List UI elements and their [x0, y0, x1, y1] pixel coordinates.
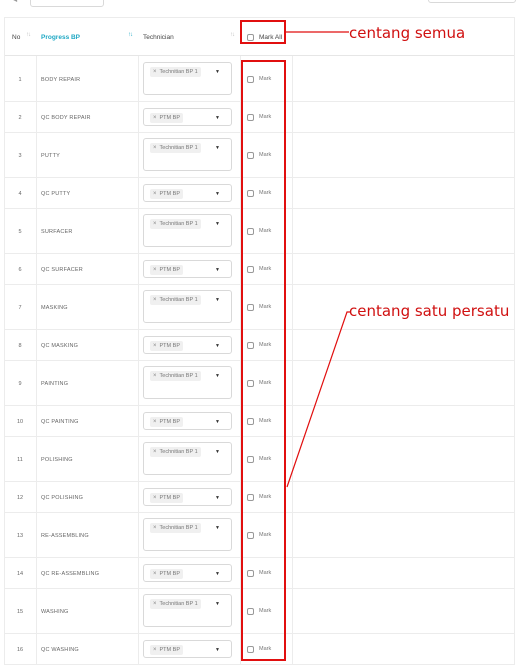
- annotation-line-each: [286, 311, 350, 488]
- annotation-mark-each: centang satu persatu: [349, 302, 510, 320]
- annotation-mark-all: centang semua: [349, 24, 466, 42]
- annotation-lines: [286, 31, 350, 488]
